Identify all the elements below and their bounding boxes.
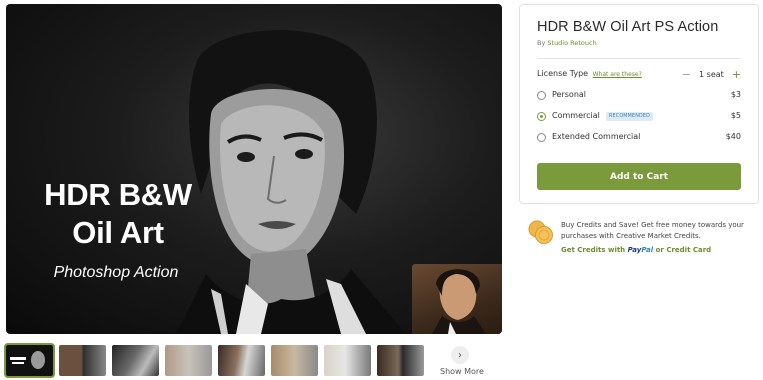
thumbnail-8[interactable]: [377, 345, 424, 376]
radio-commercial[interactable]: [537, 112, 546, 121]
product-title: HDR B&W Oil Art PS Action: [537, 19, 719, 35]
license-type-row: License Type What are these? − 1 seat +: [537, 68, 741, 83]
seat-count: 1 seat: [699, 70, 724, 79]
license-type-text: License Type: [537, 69, 589, 78]
option-name: Commercial: [552, 111, 600, 120]
option-name: Extended Commercial: [552, 132, 641, 141]
option-price: $5: [730, 111, 741, 120]
coins-icon: [528, 220, 553, 244]
get-credits-suffix: or Credit Card: [655, 246, 712, 254]
product-author-line: By Studio Retouch: [537, 39, 597, 47]
get-credits-link[interactable]: Get Credits with PayPal or Credit Card: [561, 246, 711, 254]
show-more-button[interactable]: › Show More: [440, 346, 484, 376]
minus-icon[interactable]: −: [682, 68, 691, 81]
license-option-personal[interactable]: Personal $3: [537, 89, 741, 103]
license-type-label: License Type What are these?: [537, 69, 642, 78]
license-option-extended-commercial[interactable]: Extended Commercial $40: [537, 131, 741, 145]
radio-personal[interactable]: [537, 91, 546, 100]
divider: [537, 58, 741, 59]
option-price: $3: [730, 90, 741, 99]
plus-icon[interactable]: +: [732, 68, 741, 81]
thumbnail-2[interactable]: [59, 345, 106, 376]
option-price: $40: [725, 132, 741, 141]
purchase-panel: HDR B&W Oil Art PS Action By Studio Reto…: [519, 4, 759, 204]
paypal-pay-text: Pay: [627, 246, 642, 254]
show-more-label: Show More: [440, 367, 484, 376]
credits-promo-text: Buy Credits and Save! Get free money tow…: [561, 221, 744, 240]
thumbnail-4[interactable]: [165, 345, 212, 376]
license-option-commercial[interactable]: Commercial RECOMMENDED $5: [537, 110, 741, 124]
paypal-logo: PayPal: [628, 246, 654, 254]
hero-title-line1: HDR B&W: [44, 177, 192, 212]
author-link[interactable]: Studio Retouch: [547, 39, 596, 47]
license-help-link[interactable]: What are these?: [593, 71, 642, 78]
product-preview-image[interactable]: HDR B&W Oil Art Photoshop Action: [6, 4, 502, 334]
thumbnail-7[interactable]: [324, 345, 371, 376]
thumbnail-6[interactable]: [271, 345, 318, 376]
hero-title: HDR B&W Oil Art: [20, 176, 216, 252]
recommended-badge: RECOMMENDED: [606, 112, 654, 121]
hero-subtitle: Photoshop Action: [53, 264, 179, 281]
credits-promo: Buy Credits and Save! Get free money tow…: [528, 220, 758, 260]
thumbnail-1[interactable]: [4, 343, 55, 378]
before-photo-inset: [412, 264, 502, 334]
hero-title-line2: Oil Art: [72, 215, 164, 250]
thumbnail-3[interactable]: [112, 345, 159, 376]
get-credits-prefix: Get Credits with: [561, 246, 626, 254]
option-name: Personal: [552, 90, 587, 99]
seat-stepper: − 1 seat +: [682, 68, 741, 81]
thumbnail-5[interactable]: [218, 345, 265, 376]
add-to-cart-button[interactable]: Add to Cart: [537, 163, 741, 190]
by-prefix: By: [537, 39, 546, 47]
paypal-pal-text: Pal: [641, 246, 654, 254]
chevron-right-icon: ›: [451, 346, 469, 364]
radio-extended-commercial[interactable]: [537, 133, 546, 142]
